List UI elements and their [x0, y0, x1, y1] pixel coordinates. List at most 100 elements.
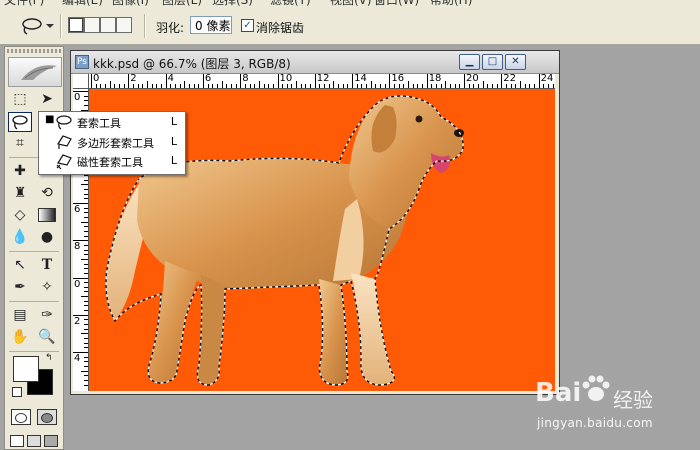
minimize-button[interactable]: ▁: [459, 54, 480, 70]
ruler-minor-tick: [84, 356, 88, 358]
lasso-icon: [22, 18, 54, 35]
flyout-item-lasso[interactable]: ■ 套索工具 L: [39, 113, 185, 132]
divider: [9, 351, 59, 352]
ruler-minor-tick: [84, 249, 88, 251]
close-icon: ✕: [511, 56, 520, 67]
menu-layer[interactable]: 图层(L): [162, 0, 202, 8]
lasso-tool[interactable]: [8, 112, 32, 132]
ruler-minor-tick: [84, 263, 88, 265]
ruler-minor-tick: [440, 84, 442, 88]
ruler-minor-tick: [84, 300, 88, 302]
ruler-left-label: 2: [74, 315, 81, 327]
tool-preset-picker[interactable]: [18, 16, 56, 36]
bandage-icon: ✚: [14, 163, 26, 179]
subtract-from-selection-button[interactable]: [100, 17, 116, 33]
notes-tool[interactable]: ▤: [8, 305, 32, 325]
move-tool[interactable]: ➤: [35, 89, 59, 109]
ruler-tick: [538, 74, 540, 88]
ruler-minor-tick: [160, 84, 162, 88]
ruler-left-label: 0: [74, 278, 81, 290]
menu-image[interactable]: 图像(I): [112, 0, 149, 8]
swap-colors-icon[interactable]: ↰: [45, 353, 53, 363]
toolbox-grip[interactable]: [7, 49, 61, 53]
flyout-item-magnetic-lasso[interactable]: 磁性套索工具 L: [39, 152, 185, 171]
ruler-top-label: 2: [130, 74, 137, 84]
chevron-down-icon: [46, 24, 54, 28]
ruler-tick: [352, 74, 354, 88]
flyout-item-polygonal-lasso[interactable]: 多边形套索工具 L: [39, 133, 185, 152]
ruler-minor-tick: [84, 305, 88, 307]
foreground-color-swatch[interactable]: [13, 356, 39, 382]
ruler-minor-tick: [263, 84, 265, 88]
ruler-minor-tick: [221, 81, 223, 88]
clone-stamp-tool[interactable]: ♜: [8, 183, 32, 203]
feather-input[interactable]: 0 像素: [190, 16, 232, 34]
separator: [60, 14, 62, 38]
screen-mode-full-button[interactable]: [44, 435, 58, 447]
ruler-minor-tick: [431, 84, 433, 88]
menu-help[interactable]: 帮助(H): [430, 0, 472, 8]
flyout-item-shortcut: L: [170, 135, 177, 148]
menu-window[interactable]: 窗口(W): [374, 0, 419, 8]
eraser-tool[interactable]: ◇: [8, 205, 32, 225]
maximize-button[interactable]: □: [482, 54, 503, 70]
ruler-minor-tick: [84, 104, 88, 106]
ruler-minor-tick: [408, 81, 410, 88]
photoshop-feather-logo[interactable]: [8, 57, 62, 87]
history-brush-tool[interactable]: ⟲: [35, 183, 59, 203]
type-tool[interactable]: T: [35, 255, 59, 275]
hand-tool[interactable]: ✋: [8, 327, 32, 347]
menu-view[interactable]: 视图(V): [330, 0, 372, 8]
menu-edit[interactable]: 编辑(E): [62, 0, 103, 8]
screen-mode-full-menu-button[interactable]: [27, 435, 41, 447]
ruler-minor-tick: [505, 84, 507, 88]
ruler-minor-tick: [547, 84, 549, 88]
baidu-jingyan-watermark: Bai 经验 jingyan.baidu.com: [535, 372, 695, 442]
ruler-minor-tick: [552, 84, 554, 88]
document-titlebar[interactable]: Ps kkk.psd @ 66.7% (图层 3, RGB/8) ▁ □ ✕: [71, 51, 559, 74]
standard-mode-button[interactable]: [11, 409, 31, 425]
menu-file[interactable]: 文件(F): [4, 0, 44, 8]
pen-icon: ✒: [14, 279, 26, 295]
path-selection-tool[interactable]: ↖: [8, 255, 32, 275]
antialias-checkbox[interactable]: ✓: [241, 19, 254, 32]
intersect-selection-button[interactable]: [116, 17, 132, 33]
ruler-minor-tick: [333, 81, 335, 88]
ruler-minor-tick: [84, 328, 88, 330]
quick-mask-button[interactable]: [37, 409, 57, 425]
ruler-tick: [128, 74, 130, 88]
menu-filter[interactable]: 滤镜(T): [270, 0, 311, 8]
screen-mode-standard-button[interactable]: [10, 435, 24, 447]
shape-tool[interactable]: ✧: [35, 277, 59, 297]
horizontal-ruler[interactable]: 0 2 4 6 8 10 12 14 16 18 20 22 24: [89, 74, 555, 89]
menu-select[interactable]: 选择(S): [212, 0, 253, 8]
ruler-minor-tick: [193, 84, 195, 88]
dodge-icon: ●: [40, 229, 54, 245]
ruler-minor-tick: [84, 338, 88, 340]
pen-tool[interactable]: ✒: [8, 277, 32, 297]
new-selection-button[interactable]: [68, 17, 84, 33]
paw-icon: [582, 375, 610, 401]
marquee-tool[interactable]: ⬚: [8, 89, 32, 109]
gradient-tool[interactable]: [35, 205, 59, 225]
ruler-minor-tick: [342, 84, 344, 88]
ruler-minor-tick: [84, 216, 88, 218]
healing-brush-tool[interactable]: ✚: [8, 161, 32, 181]
ruler-origin[interactable]: [73, 74, 89, 89]
eyedropper-tool[interactable]: ✑: [35, 305, 59, 325]
ruler-minor-tick: [81, 333, 88, 335]
close-button[interactable]: ✕: [505, 54, 526, 70]
default-colors-icon[interactable]: [12, 387, 22, 397]
ruler-minor-tick: [81, 258, 88, 260]
blur-tool[interactable]: 💧: [8, 227, 32, 247]
zoom-tool[interactable]: 🔍: [35, 327, 59, 347]
ruler-minor-tick: [84, 244, 88, 246]
ruler-minor-tick: [286, 84, 288, 88]
add-to-selection-button[interactable]: [84, 17, 100, 33]
polygonal-lasso-icon: [57, 135, 72, 149]
ruler-tick: [240, 74, 242, 88]
dodge-tool[interactable]: ●: [35, 227, 59, 247]
ruler-minor-tick: [305, 84, 307, 88]
lasso-tool-flyout: ■ 套索工具 L 多边形套索工具 L 磁性套索工具 L: [38, 111, 186, 175]
crop-tool[interactable]: ⌗: [8, 133, 32, 153]
